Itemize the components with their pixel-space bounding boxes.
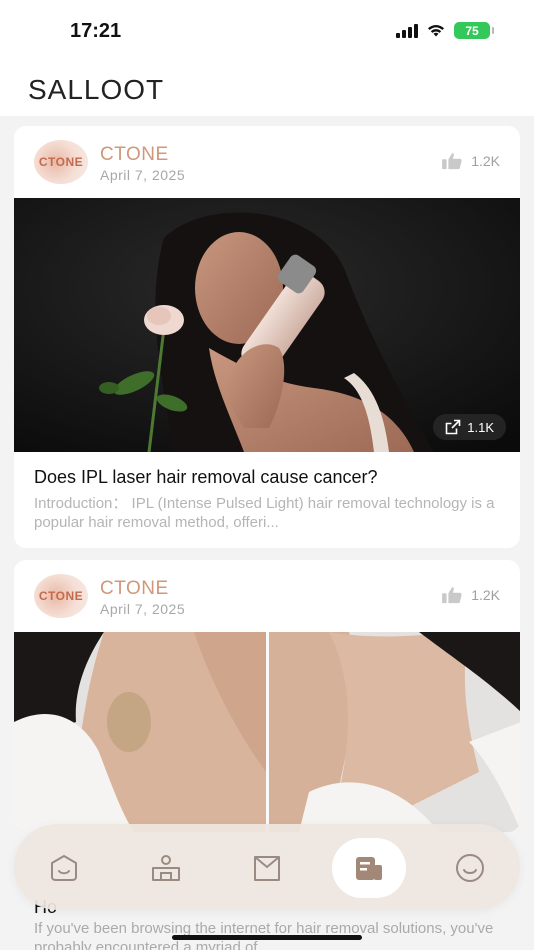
before-photo	[14, 632, 266, 832]
article-title[interactable]: Does IPL laser hair removal cause cancer…	[34, 466, 500, 488]
signal-icon	[396, 23, 418, 38]
avatar[interactable]: CTONE	[34, 140, 88, 184]
like-count: 1.2K	[471, 153, 500, 169]
share-count: 1.1K	[467, 419, 494, 435]
face-icon	[51, 855, 77, 881]
article-image[interactable]	[14, 632, 520, 832]
share-button[interactable]: 1.1K	[433, 414, 506, 440]
status-time: 17:21	[70, 20, 122, 42]
person-icon	[152, 855, 180, 881]
status-bar: 17:21 75	[0, 0, 534, 62]
author-name: CTONE	[100, 578, 169, 599]
thumbs-up-icon	[442, 153, 462, 170]
article-card[interactable]: CTONE CTONE April 7, 2025 1.2K	[14, 560, 520, 832]
tab-home[interactable]	[34, 838, 94, 898]
tab-articles[interactable]	[332, 838, 406, 898]
post-date: April 7, 2025	[100, 167, 186, 183]
tab-profile[interactable]	[136, 838, 196, 898]
tab-me[interactable]	[440, 838, 500, 898]
wifi-icon	[428, 25, 444, 37]
card-header: CTONE CTONE April 7, 2025 1.2K	[14, 560, 520, 632]
card-body: Does IPL laser hair removal cause cancer…	[14, 452, 520, 548]
tab-shop[interactable]	[237, 838, 297, 898]
bottom-tab-bar	[14, 824, 520, 910]
article-feed: CTONE CTONE April 7, 2025 1.2K 1.1K Does…	[14, 126, 520, 844]
article-card[interactable]: CTONE CTONE April 7, 2025 1.2K	[14, 126, 520, 548]
article-icon	[356, 857, 382, 880]
app-header: SALLOOT	[0, 62, 534, 116]
article-intro: Introduction： IPL (Intense Pulsed Light)…	[34, 495, 495, 531]
like-count: 1.2K	[471, 587, 500, 603]
thumbs-up-icon	[442, 587, 462, 604]
battery-indicator: 75	[454, 22, 494, 39]
after-photo	[265, 632, 520, 832]
avatar[interactable]: CTONE	[34, 574, 88, 618]
page-title: SALLOOT	[28, 74, 165, 105]
card-header: CTONE CTONE April 7, 2025 1.2K	[14, 126, 520, 198]
home-indicator	[172, 935, 362, 940]
smile-icon	[456, 854, 484, 882]
article-image[interactable]: 1.1K	[14, 198, 520, 452]
bag-icon	[254, 856, 280, 881]
status-icons: 75	[396, 22, 494, 39]
like-button[interactable]: 1.2K	[441, 152, 500, 170]
post-date: April 7, 2025	[100, 601, 186, 617]
share-icon	[445, 419, 461, 435]
like-button[interactable]: 1.2K	[441, 586, 500, 604]
author-name: CTONE	[100, 144, 169, 165]
